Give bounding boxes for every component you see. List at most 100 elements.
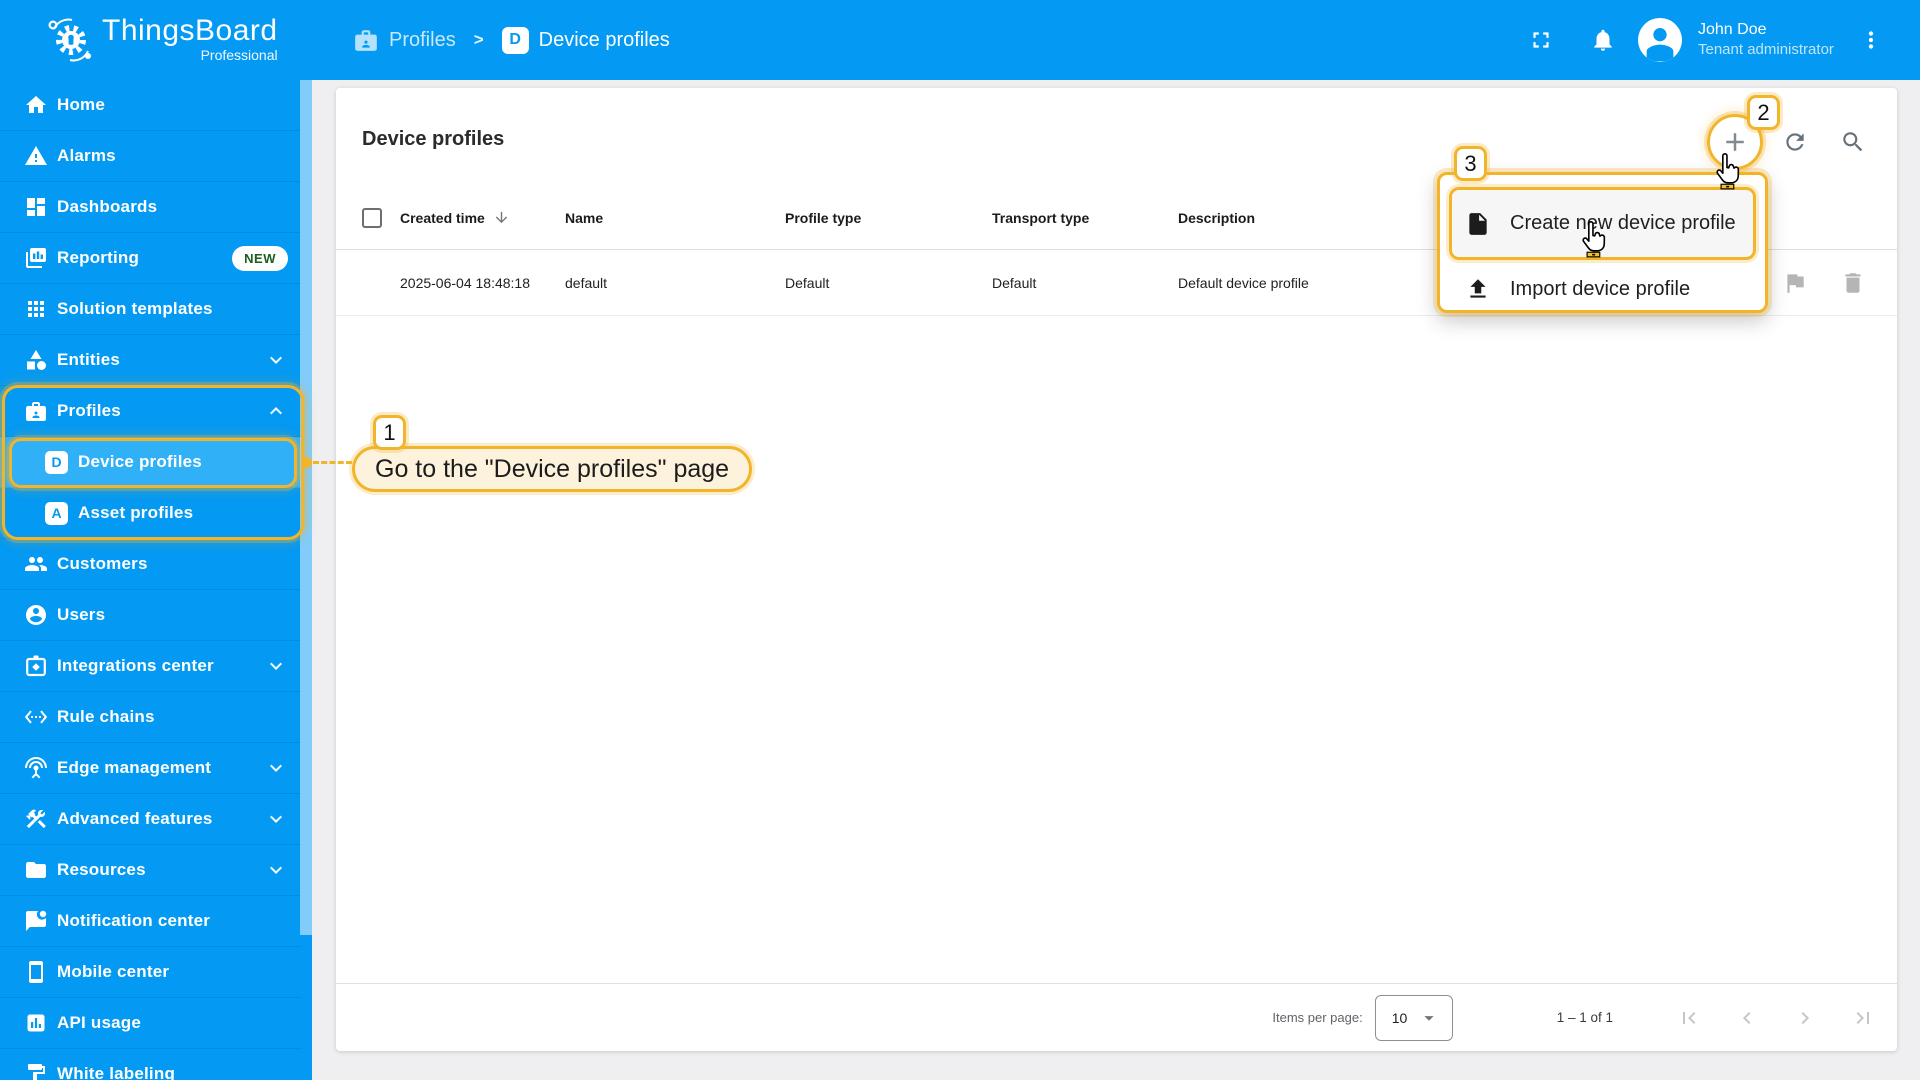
- more-vert-icon[interactable]: [1858, 27, 1884, 53]
- antenna-icon: [25, 757, 47, 779]
- bar-chart-icon: [27, 1014, 45, 1032]
- page-size-select[interactable]: 10: [1374, 994, 1453, 1041]
- sidebar-item-integrations-center[interactable]: Integrations center: [0, 641, 302, 692]
- tutorial-step-2-badge: 2: [1747, 95, 1780, 130]
- sidebar-item-users[interactable]: Users: [0, 590, 302, 641]
- chevron-down-icon: [270, 356, 282, 364]
- sidebar-item-dashboards[interactable]: Dashboards: [0, 182, 302, 233]
- menu-item-import-device-profile[interactable]: Import device profile: [1452, 267, 1753, 311]
- sidebar-item-entities[interactable]: Entities: [0, 335, 302, 386]
- next-page-icon[interactable]: [1793, 1006, 1817, 1030]
- breadcrumb-profiles-link[interactable]: Profiles: [353, 27, 456, 53]
- chevron-down-icon: [270, 815, 282, 823]
- ethernet-icon: [24, 710, 48, 724]
- sidebar-item-label: Reporting: [57, 248, 140, 267]
- fullscreen-icon[interactable]: [1528, 27, 1554, 53]
- column-header-profile-type[interactable]: Profile type: [785, 210, 992, 226]
- warning-icon: [25, 146, 47, 165]
- sidebar-item-mobile-center[interactable]: Mobile center: [0, 947, 302, 998]
- sidebar-item-home[interactable]: Home: [0, 80, 302, 131]
- column-header-transport-type[interactable]: Transport type: [992, 210, 1178, 226]
- sidebar-item-solution-templates[interactable]: Solution templates: [0, 284, 302, 335]
- tutorial-connector-line: [313, 461, 352, 464]
- sidebar-item-label: Asset profiles: [78, 503, 194, 522]
- sidebar-item-rule-chains[interactable]: Rule chains: [0, 692, 302, 743]
- sidebar-item-label: Dashboards: [57, 197, 158, 216]
- logo-text: ThingsBoard Professional: [102, 14, 278, 64]
- app-subtitle: Professional: [200, 47, 278, 63]
- sidebar-item-label: Users: [57, 605, 106, 624]
- sidebar-scrollbar-thumb[interactable]: [300, 80, 312, 935]
- first-page-icon[interactable]: [1677, 1006, 1701, 1030]
- delete-icon[interactable]: [1840, 270, 1866, 296]
- sidebar-item-label: Solution templates: [57, 299, 213, 318]
- user-avatar[interactable]: [1638, 18, 1682, 62]
- last-page-icon[interactable]: [1851, 1006, 1875, 1030]
- user-info[interactable]: John Doe Tenant administrator: [1698, 19, 1834, 60]
- sidebar-item-api-usage[interactable]: API usage: [0, 998, 302, 1049]
- add-device-profile-button[interactable]: [1720, 127, 1750, 157]
- cell-transport-type: Default: [992, 274, 1037, 291]
- select-all-checkbox[interactable]: [362, 207, 382, 228]
- menu-item-label: Import device profile: [1510, 277, 1691, 300]
- file-icon: [1469, 212, 1487, 235]
- notifications-bell-icon[interactable]: [1590, 27, 1616, 53]
- sidebar-item-label: Device profiles: [78, 452, 202, 471]
- apps-grid-icon: [28, 301, 44, 317]
- sort-arrow-down-icon: [495, 211, 507, 224]
- sidebar-item-reporting[interactable]: Reporting NEW: [0, 233, 302, 284]
- sidebar-item-label: White labeling: [57, 1064, 176, 1080]
- category-icon: [27, 350, 46, 370]
- pagination-nav: [1677, 1006, 1875, 1030]
- column-header-name[interactable]: Name: [565, 210, 785, 226]
- notification-center-icon: [26, 910, 47, 931]
- menu-item-create-new-device-profile[interactable]: Create new device profile: [1449, 187, 1756, 260]
- page-size-value: 10: [1391, 1009, 1408, 1026]
- user-name: John Doe: [1698, 21, 1767, 38]
- sidebar-item-notification-center[interactable]: Notification center: [0, 896, 302, 947]
- set-default-flag-icon[interactable]: [1782, 270, 1808, 296]
- folder-icon: [26, 862, 46, 878]
- integration-icon: [26, 655, 46, 677]
- sidebar-item-label: Advanced features: [57, 809, 213, 828]
- tutorial-connector-dot: [301, 457, 312, 468]
- sidebar-item-label: Customers: [57, 554, 148, 573]
- column-header-created-time[interactable]: Created time: [400, 209, 565, 226]
- column-label: Name: [565, 209, 604, 226]
- sidebar-item-label: Rule chains: [57, 707, 155, 726]
- previous-page-icon[interactable]: [1735, 1006, 1759, 1030]
- sidebar-item-resources[interactable]: Resources: [0, 845, 302, 896]
- items-per-page-label: Items per page:: [1272, 1010, 1363, 1025]
- breadcrumb-current-label: Device profiles: [538, 28, 670, 51]
- chevron-up-icon: [270, 407, 282, 415]
- pagination-bar: Items per page: 10 1 – 1 of 1: [336, 983, 1897, 1051]
- sidebar-item-alarms[interactable]: Alarms: [0, 131, 302, 182]
- paint-roller-icon: [28, 1064, 45, 1080]
- column-label: Transport type: [992, 209, 1090, 226]
- search-icon[interactable]: [1840, 129, 1866, 155]
- refresh-icon[interactable]: [1782, 129, 1808, 155]
- sidebar-item-label: Profiles: [57, 401, 121, 420]
- sidebar-item-label: API usage: [57, 1013, 141, 1032]
- sidebar-item-white-labeling[interactable]: White labeling: [0, 1049, 302, 1080]
- user-role: Tenant administrator: [1698, 41, 1834, 58]
- sidebar-item-profiles[interactable]: Profiles: [0, 386, 302, 437]
- sidebar-item-asset-profiles[interactable]: A Asset profiles: [0, 488, 302, 539]
- sidebar-item-device-profiles[interactable]: D Device profiles: [0, 437, 302, 488]
- sidebar-item-label: Home: [57, 95, 106, 114]
- sidebar-item-edge-management[interactable]: Edge management: [0, 743, 302, 794]
- report-icon: [26, 248, 46, 268]
- upload-icon: [1470, 279, 1486, 298]
- sidebar-item-advanced-features[interactable]: Advanced features: [0, 794, 302, 845]
- app-title: ThingsBoard: [102, 14, 278, 47]
- sidebar-item-customers[interactable]: Customers: [0, 539, 302, 590]
- breadcrumb: Profiles > D Device profiles: [353, 0, 670, 80]
- tutorial-step-1-badge: 1: [373, 415, 406, 450]
- chevron-down-icon: [270, 764, 282, 772]
- page-title: Device profiles: [362, 128, 505, 150]
- cell-name: default: [565, 274, 608, 291]
- sidebar-item-label: Mobile center: [57, 962, 170, 981]
- tutorial-callout: Go to the "Device profiles" page: [352, 446, 753, 492]
- app-logo[interactable]: ThingsBoard Professional: [44, 14, 278, 64]
- sidebar-item-label: Resources: [57, 860, 146, 879]
